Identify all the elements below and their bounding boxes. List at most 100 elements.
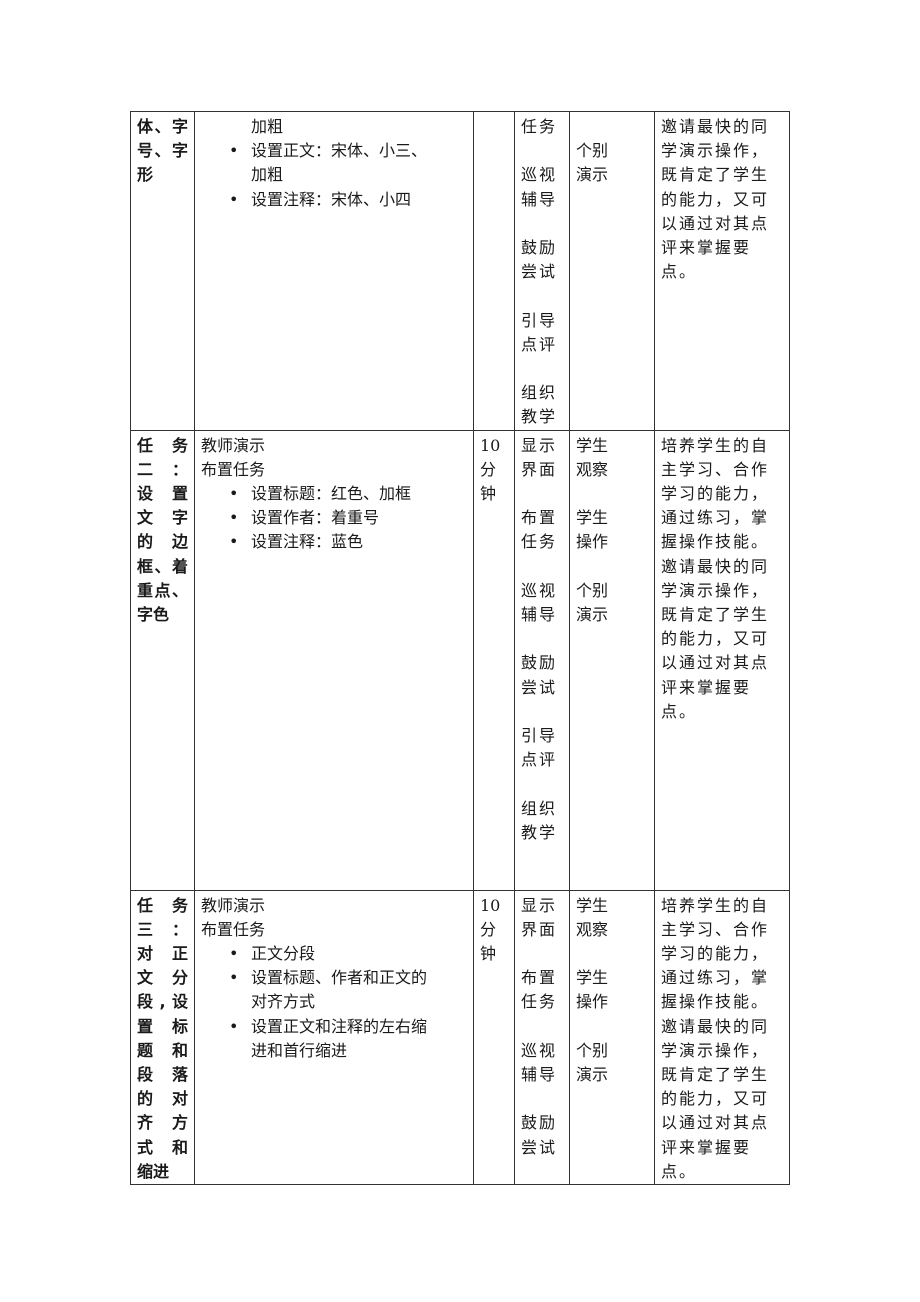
teacher-activity-line: 鼓励: [521, 653, 558, 673]
student-activity-line: 个别: [576, 141, 609, 161]
intent-line: 学习的能力，: [661, 483, 770, 503]
student-activity-line: 演示: [576, 604, 609, 624]
teacher-activity-line: 界面: [521, 459, 558, 479]
lesson-plan-table: 体、字号、字形加粗设置正文：宋体、小三、加粗设置注释：宋体、小四任务巡视辅导鼓励…: [130, 111, 790, 1186]
teacher-activity: 引导 点评: [521, 724, 563, 772]
topic-line: 任 务: [137, 895, 188, 915]
topic-line: 体、字: [137, 117, 188, 136]
student-activity-line: 学生: [576, 895, 609, 915]
teacher-activity: 鼓励 尝试: [521, 651, 563, 699]
bullet-list: 正文分段设置标题、作者和正文的对齐方式设置正文和注释的左右缩进和首行缩进: [201, 942, 467, 1063]
design-intent-cell: 邀请最快的同 学演示操作， 既肯定了学生 的能力，又可 以通过对其点 评来掌握要点。: [654, 111, 790, 431]
bullet-item: 设置注释：宋体、小四: [201, 188, 467, 212]
bullet-item: 设置正文：宋体、小三、加粗: [201, 139, 467, 187]
bullet-line: 加粗: [251, 165, 284, 185]
teacher-activity-line: 尝试: [521, 677, 558, 697]
teacher-activity-line: 引导: [521, 725, 558, 745]
topic-line: 对 正: [137, 943, 188, 963]
topic-line: 文 字: [137, 508, 188, 528]
student-activity: 学生 观察: [576, 434, 648, 482]
teacher-activity: 组织 教学: [521, 381, 563, 429]
intent-line: 培养学生的自: [661, 435, 770, 455]
bullet-line: 正文分段: [251, 943, 316, 963]
teacher-activity-cell: 任务巡视 辅导鼓励 尝试引导 点评组织 教学: [514, 111, 570, 431]
teacher-activity: 引导 点评: [521, 309, 563, 357]
content-cell: 教师演示布置任务设置标题：红色、加框设置作者：着重号设置注释：蓝色: [194, 429, 474, 891]
teacher-activity: 布置 任务: [521, 506, 563, 554]
teacher-activity-line: 任务: [521, 532, 558, 552]
topic-line: 式 和: [137, 1137, 188, 1157]
intent-line: 邀请最快的同: [661, 117, 770, 136]
bullet-line: 对齐方式: [251, 992, 316, 1012]
time-line: 10: [480, 895, 501, 915]
student-activity: 个别 演示: [576, 139, 648, 187]
content-intro-line: 布置任务: [201, 919, 266, 939]
topic-line: 号、字: [137, 141, 188, 161]
intent-line: 握操作技能。: [661, 992, 770, 1012]
bullet-list: 设置标题：红色、加框设置作者：着重号设置注释：蓝色: [201, 482, 467, 555]
teacher-activity: 显示 界面: [521, 894, 563, 942]
content-intro-line: 教师演示: [201, 895, 266, 915]
student-activity: 个别 演示: [576, 1039, 648, 1087]
student-activity-cell: 学生 观察 学生 操作 个别 演示: [569, 889, 655, 1186]
teacher-activity: 巡视 辅导: [521, 163, 563, 211]
teacher-activity: 鼓励 尝试: [521, 1111, 563, 1159]
intent-line: 既肯定了学生: [661, 605, 770, 624]
teacher-activity-line: 教学: [521, 822, 558, 842]
time-line: 钟: [480, 943, 497, 963]
intent-line: 以通过对其点: [661, 1113, 770, 1133]
teacher-activity-line: 巡视: [521, 580, 558, 600]
student-activity-line: 个别: [576, 1040, 609, 1060]
teacher-activity-line: 显示: [521, 435, 558, 455]
topic-line: 任 务: [137, 435, 188, 455]
bullet-line: 设置标题、作者和正文的: [251, 968, 428, 988]
intent-line: 以通过对其点: [661, 653, 770, 673]
topic-line: 二：: [137, 459, 188, 479]
teacher-activity-line: 辅导: [521, 604, 558, 624]
bullet-line: 设置注释：蓝色: [251, 532, 364, 552]
student-activity-cell: 个别 演示: [569, 111, 655, 431]
time-cell: 10 分钟: [473, 889, 515, 1186]
intent-line: 握操作技能。: [661, 532, 770, 552]
bullet-item: 设置作者：着重号: [201, 506, 467, 530]
teacher-activity-line: 显示: [521, 895, 558, 915]
teacher-activity-line: 尝试: [521, 1137, 558, 1157]
teacher-activity: 鼓励 尝试: [521, 236, 563, 284]
teacher-activity-line: 辅导: [521, 189, 558, 209]
intent-line: 既肯定了学生: [661, 165, 770, 185]
student-activity-line: 学生: [576, 435, 609, 455]
bullet-line: 设置正文：宋体、小三、: [251, 141, 428, 161]
content-continuation: 加粗: [251, 117, 284, 136]
topic-line: 框、着: [137, 556, 188, 576]
teacher-activity: 显示 界面: [521, 434, 563, 482]
teacher-activity-line: 布置: [521, 508, 558, 528]
topic-cell: 任 务三： 对 正文 分段,设置 标题 和段 落的 对齐 方式 和缩进: [130, 889, 195, 1186]
teacher-activity-line: 组织: [521, 383, 558, 403]
bullet-line: 设置注释：宋体、小四: [251, 189, 412, 209]
teacher-activity-line: 点评: [521, 750, 558, 770]
teacher-activity-line: 鼓励: [521, 1113, 558, 1133]
intent-line: 既肯定了学生: [661, 1065, 770, 1084]
teacher-activity-line: 界面: [521, 919, 558, 939]
topic-line: 段 落: [137, 1065, 188, 1084]
intent-line: 通过练习，掌: [661, 508, 770, 528]
topic-cell: 体、字 号、字形: [130, 111, 195, 431]
bullet-line: 设置作者：着重号: [251, 508, 380, 528]
time-line: 钟: [480, 483, 497, 503]
intent-line: 学演示操作，: [661, 580, 770, 600]
teacher-activity: 巡视 辅导: [521, 1039, 563, 1087]
intent-line: 的能力，又可: [661, 189, 770, 209]
topic-line: 置 标: [137, 1016, 188, 1036]
content-intro-line: 布置任务: [201, 459, 266, 479]
student-activity-line: 学生: [576, 508, 609, 528]
student-activity-line: 操作: [576, 532, 609, 552]
bullet-item: 设置正文和注释的左右缩进和首行缩进: [201, 1015, 467, 1063]
content-intro-line: 教师演示: [201, 435, 266, 455]
topic-line: 的 边: [137, 532, 188, 552]
intent-line: 的能力，又可: [661, 1089, 770, 1109]
teacher-activity: 任务: [521, 115, 563, 139]
student-activity: 个别 演示: [576, 579, 648, 627]
intent-line: 学习的能力，: [661, 943, 770, 963]
bullet-item: 设置标题：红色、加框: [201, 482, 467, 506]
